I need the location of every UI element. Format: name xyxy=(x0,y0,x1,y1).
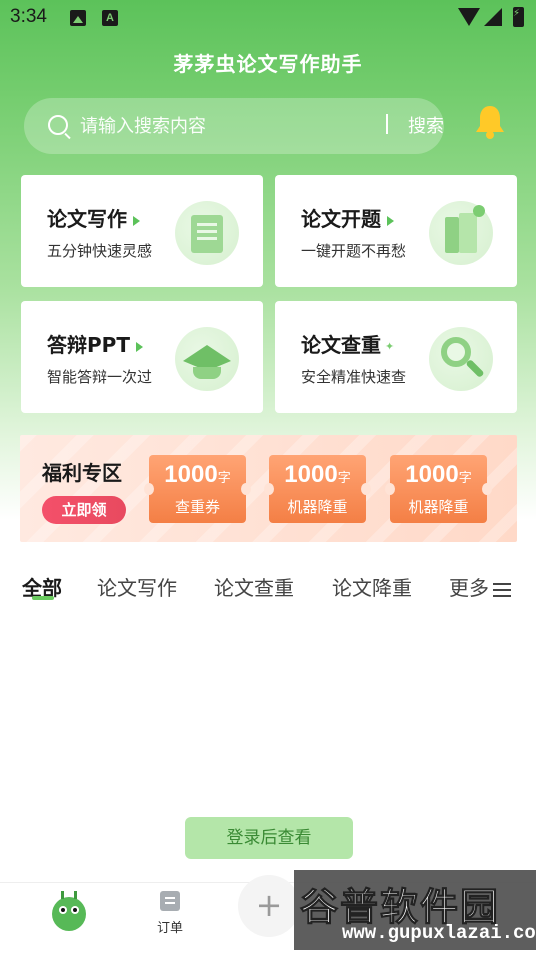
login-to-view-button[interactable]: 登录后查看 xyxy=(185,817,353,859)
list-icon xyxy=(493,582,511,597)
welfare-banner: 福利专区 立即领 1000字 查重券 1000字 机器降重 1000字 机器降重 xyxy=(20,435,517,542)
watermark-url: www.gupuxlazai.com xyxy=(342,922,536,944)
tab-plagiarism-check[interactable]: 论文查重 xyxy=(214,572,294,601)
mascot-home-icon[interactable] xyxy=(52,891,86,931)
coupon-label: 查重券 xyxy=(174,498,220,516)
tab-rewrite[interactable]: 论文降重 xyxy=(332,572,412,601)
document-icon xyxy=(175,201,239,265)
signal-icon xyxy=(484,8,502,26)
search-icon xyxy=(48,115,68,135)
coupon-label: 机器降重 xyxy=(287,498,348,516)
card-thesis-writing[interactable]: 论文写作 五分钟快速灵感 xyxy=(21,175,263,287)
coupon-plagiarism[interactable]: 1000字 查重券 xyxy=(144,455,251,523)
add-button[interactable]: + xyxy=(238,875,300,937)
page-title: 茅茅虫论文写作助手 xyxy=(173,52,363,76)
wifi-icon xyxy=(458,8,480,26)
card-subtitle: 安全精准快速查 xyxy=(301,368,407,386)
nav-orders[interactable]: 订单 xyxy=(142,891,198,936)
coupon-rewrite-2[interactable]: 1000字 机器降重 xyxy=(385,455,492,523)
sparkle-icon: ✦ xyxy=(385,340,395,353)
coupon-amount: 1000字 xyxy=(164,461,231,488)
coupon-label: 机器降重 xyxy=(408,498,469,516)
coupon-rewrite[interactable]: 1000字 机器降重 xyxy=(264,455,371,523)
card-subtitle: 一键开题不再愁 xyxy=(301,242,407,260)
arrow-right-icon xyxy=(135,341,143,352)
card-title: 论文写作 xyxy=(47,203,140,232)
card-subtitle: 五分钟快速灵感 xyxy=(47,242,153,260)
magnifier-icon xyxy=(429,327,493,391)
coupon-amount: 1000字 xyxy=(284,461,351,488)
arrow-right-icon xyxy=(133,215,140,226)
card-title: 论文开题 xyxy=(301,203,394,232)
card-defense-ppt[interactable]: 答辩PPT 智能答辩一次过 xyxy=(21,301,263,413)
orders-icon xyxy=(160,891,180,911)
card-title: 答辩PPT xyxy=(47,329,143,358)
watermark: 谷普软件园 www.gupuxlazai.com xyxy=(294,870,536,950)
claim-button[interactable]: 立即领 xyxy=(42,496,126,524)
tab-more[interactable]: 更多 xyxy=(449,572,511,601)
gallery-notification-icon xyxy=(70,10,86,26)
search-button[interactable]: 搜索 xyxy=(408,112,444,138)
card-subtitle: 智能答辩一次过 xyxy=(47,368,153,386)
search-divider xyxy=(386,114,388,134)
graduation-cap-icon xyxy=(175,327,239,391)
status-bar: 3:34 A xyxy=(0,0,536,36)
tab-thesis-writing[interactable]: 论文写作 xyxy=(97,572,177,601)
search-input[interactable] xyxy=(80,112,360,140)
status-time: 3:34 xyxy=(10,6,47,27)
search-bar[interactable]: 搜索 xyxy=(24,98,444,154)
battery-charging-icon xyxy=(513,7,524,27)
card-title: 论文查重 ✦ xyxy=(301,333,395,357)
orders-label: 订单 xyxy=(156,921,183,936)
category-tabs: 全部 论文写作 论文查重 论文降重 更多 xyxy=(0,566,536,606)
card-thesis-proposal[interactable]: 论文开题 一键开题不再愁 xyxy=(275,175,517,287)
folder-icon xyxy=(429,201,493,265)
tab-underline xyxy=(32,596,54,600)
welfare-title: 福利专区 xyxy=(42,461,122,485)
arrow-right-icon xyxy=(387,215,394,226)
card-plagiarism-check[interactable]: 论文查重 ✦ 安全精准快速查 xyxy=(275,301,517,413)
app-notification-icon: A xyxy=(102,10,118,26)
coupon-amount: 1000字 xyxy=(405,461,472,488)
bell-icon[interactable] xyxy=(474,104,506,140)
